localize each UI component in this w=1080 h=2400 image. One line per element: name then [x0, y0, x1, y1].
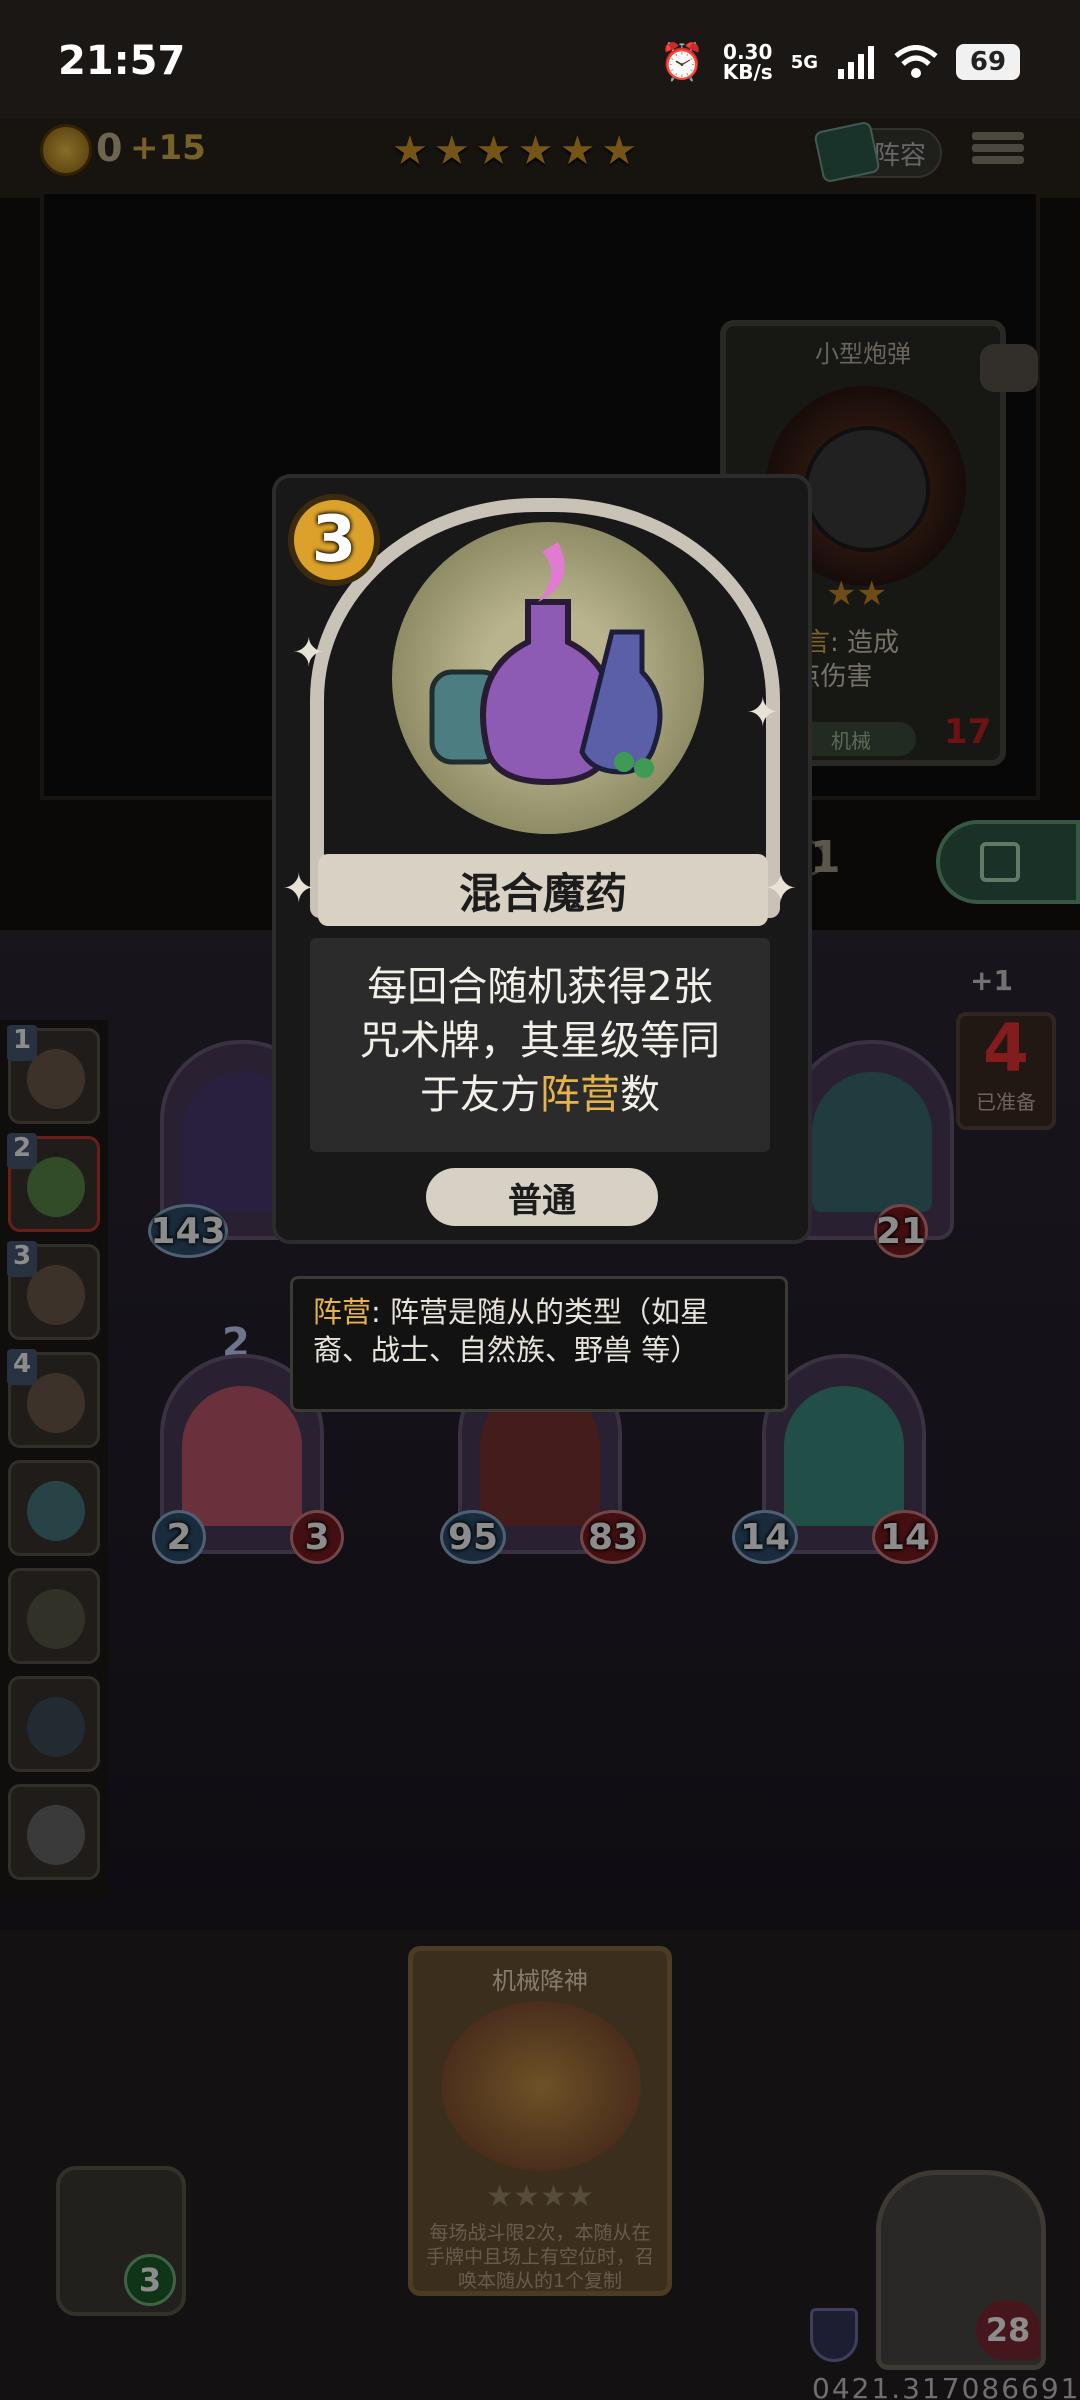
- desc-prefix: 于友方: [420, 1072, 540, 1118]
- mana-cost: 3: [288, 494, 380, 586]
- potion-icon: [392, 522, 704, 834]
- desc-line-2: 咒术牌，其星级等同: [360, 1018, 720, 1064]
- tooltip-text: 阵营: 阵营是随从的类型（如星裔、战士、自然族、野兽 等）: [313, 1293, 765, 1369]
- sparkle-icon: ✦: [746, 690, 780, 736]
- tooltip-keyword: 阵营: [313, 1295, 372, 1329]
- tooltip-body: : 阵营是随从的类型（如星裔、战士、自然族、野兽 等）: [313, 1295, 710, 1367]
- dim-overlay[interactable]: [0, 118, 1080, 2400]
- faction-keyword[interactable]: 阵营: [540, 1072, 620, 1118]
- clock: 21:57: [58, 38, 186, 84]
- desc-suffix: 数: [620, 1072, 660, 1118]
- battery-indicator: 69: [956, 44, 1020, 80]
- desc-line-1: 每回合随机获得2张: [367, 964, 713, 1010]
- alarm-icon: ⏰: [659, 42, 705, 83]
- sparkle-icon: ✦: [764, 866, 798, 912]
- sparkle-icon: ✦: [282, 866, 316, 912]
- signal-icon: [838, 46, 874, 79]
- net-speed-value: 0.30: [723, 40, 773, 64]
- card-description: 每回合随机获得2张 咒术牌，其星级等同 于友方阵营数: [320, 960, 760, 1122]
- desc-line-3: 于友方阵营数: [320, 1068, 760, 1122]
- status-icons: ⏰ 0.30 KB/s 5G 69: [660, 40, 1020, 84]
- rarity-badge: 普通: [426, 1168, 658, 1226]
- sparkle-icon: ✦: [292, 630, 326, 676]
- net-speed: 0.30 KB/s: [723, 42, 773, 82]
- net-speed-unit: KB/s: [722, 60, 773, 84]
- keyword-tooltip: 阵营: 阵营是随从的类型（如星裔、战士、自然族、野兽 等）: [290, 1276, 788, 1412]
- network-type: 5G: [790, 51, 818, 73]
- wifi-icon: [894, 45, 938, 78]
- card-name: 混合魔药: [318, 854, 768, 926]
